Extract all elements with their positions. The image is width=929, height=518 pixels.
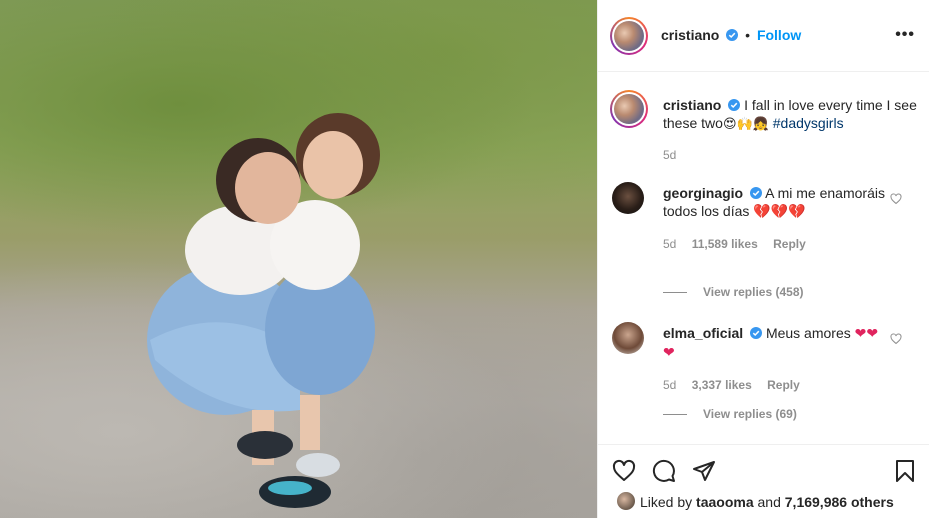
- verified-badge-icon: [728, 99, 741, 111]
- comment-like-icon[interactable]: [890, 193, 902, 205]
- comment-username[interactable]: georginagio: [663, 185, 743, 201]
- likes-and: and: [757, 494, 781, 510]
- view-replies-label: View replies (458): [703, 285, 804, 299]
- more-options-icon[interactable]: •••: [895, 26, 915, 44]
- comment-time[interactable]: 5d: [663, 378, 676, 392]
- comment-item: elma_oficial Meus amores ❤❤❤ 5d 3,337 li…: [663, 324, 888, 392]
- verified-badge-icon: [750, 327, 763, 339]
- comment-avatar[interactable]: [612, 182, 644, 214]
- comment-meta: 5d 3,337 likes Reply: [663, 378, 888, 392]
- view-replies-label: View replies (69): [703, 407, 797, 421]
- post-photo[interactable]: [0, 0, 597, 518]
- comment-like-icon[interactable]: [890, 333, 902, 345]
- liker-avatar[interactable]: [616, 491, 636, 511]
- heart-outline-icon[interactable]: [612, 459, 636, 483]
- caption-hashtag[interactable]: #dadysgirls: [773, 115, 844, 131]
- paper-plane-icon[interactable]: [692, 459, 716, 483]
- comment-time[interactable]: 5d: [663, 237, 676, 251]
- verified-badge-icon: [726, 29, 739, 41]
- author-avatar[interactable]: [610, 17, 648, 55]
- view-replies-button[interactable]: View replies (69): [663, 407, 797, 421]
- comment-item: georginagio A mi me enamoráis todos los …: [663, 184, 888, 251]
- author-username[interactable]: cristiano: [661, 27, 719, 43]
- comment-username[interactable]: elma_oficial: [663, 325, 743, 341]
- likes-count[interactable]: 7,169,986 others: [785, 494, 894, 510]
- comment-likes[interactable]: 11,589 likes: [692, 237, 758, 251]
- bookmark-icon[interactable]: [893, 459, 917, 483]
- header-dot: •: [745, 27, 751, 43]
- photo-illustration: [147, 113, 380, 508]
- liker-username[interactable]: taaooma: [696, 494, 754, 510]
- comment-likes[interactable]: 3,337 likes: [692, 378, 752, 392]
- caption-time[interactable]: 5d: [663, 148, 918, 162]
- post-side-panel: cristiano • Follow ••• cristiano I fall …: [598, 0, 929, 518]
- view-replies-button[interactable]: View replies (458): [663, 285, 804, 299]
- likes-prefix: Liked by: [640, 494, 693, 510]
- comment-hearts: 💔💔💔: [753, 204, 806, 220]
- caption: cristiano I fall in love every time I se…: [663, 96, 918, 162]
- reply-button[interactable]: Reply: [773, 237, 806, 251]
- header-user-line: cristiano • Follow: [661, 27, 801, 43]
- caption-username[interactable]: cristiano: [663, 97, 721, 113]
- comment-icon[interactable]: [652, 459, 676, 483]
- comment-avatar[interactable]: [612, 322, 644, 354]
- reply-button[interactable]: Reply: [767, 378, 800, 392]
- caption-emojis: 😍🙌👧: [722, 117, 769, 132]
- verified-badge-icon: [750, 187, 763, 199]
- caption-avatar[interactable]: [610, 90, 648, 128]
- comment-meta: 5d 11,589 likes Reply: [663, 237, 888, 251]
- comment-text: Meus amores: [765, 325, 851, 341]
- post-header: cristiano • Follow •••: [598, 0, 929, 72]
- follow-button[interactable]: Follow: [757, 27, 801, 43]
